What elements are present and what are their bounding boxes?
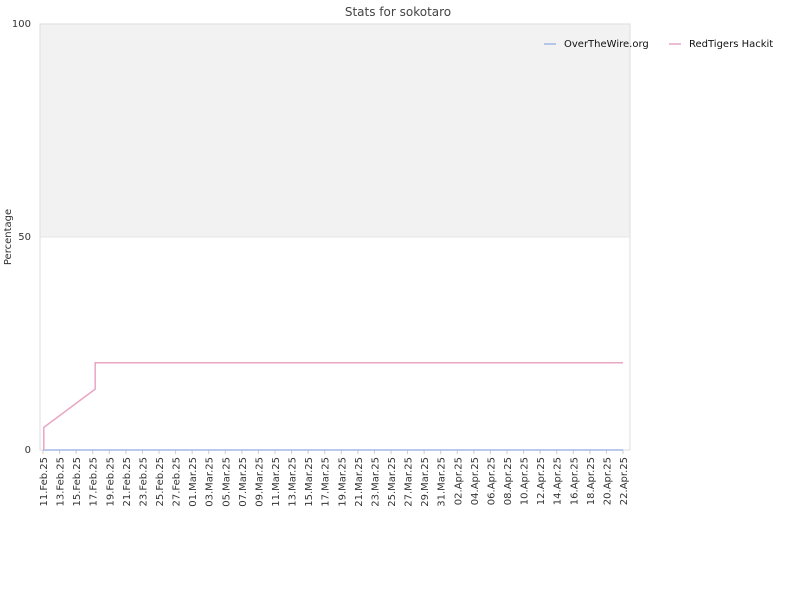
- legend-label: RedTigers Hackit: [689, 39, 773, 50]
- x-tick-label: 23.Mar.25: [370, 457, 381, 507]
- x-tick-label: 15.Feb.25: [72, 457, 83, 507]
- x-tick-label: 16.Apr.25: [569, 457, 580, 505]
- x-tick-label: 11.Feb.25: [39, 457, 50, 507]
- x-tick-label: 19.Mar.25: [337, 457, 348, 507]
- x-tick-label: 15.Mar.25: [304, 457, 315, 507]
- x-tick-label: 17.Mar.25: [321, 457, 332, 507]
- x-tick-label: 02.Apr.25: [453, 457, 464, 505]
- x-tick-label: 22.Apr.25: [619, 457, 630, 505]
- legend-label: OverTheWire.org: [564, 39, 649, 50]
- x-tick-label: 05.Mar.25: [221, 457, 232, 507]
- x-tick-label: 18.Apr.25: [586, 457, 597, 505]
- x-tick-label: 13.Mar.25: [288, 457, 299, 507]
- y-tick-label: 100: [12, 19, 31, 30]
- x-tick-label: 09.Mar.25: [254, 457, 265, 507]
- x-tick-label: 01.Mar.25: [188, 457, 199, 507]
- x-tick-label: 12.Apr.25: [536, 457, 547, 505]
- x-tick-label: 13.Feb.25: [56, 457, 67, 507]
- x-tick-label: 11.Mar.25: [271, 457, 282, 507]
- x-tick-label: 27.Feb.25: [172, 457, 183, 507]
- x-tick-label: 10.Apr.25: [520, 457, 531, 505]
- chart-svg: Stats for sokotaro Percentage 0 50 100 11.…: [3, 5, 773, 507]
- x-tick-label: 07.Mar.25: [238, 457, 249, 507]
- x-tick-label: 25.Feb.25: [155, 457, 166, 507]
- legend: OverTheWire.org RedTigers Hackit: [544, 39, 773, 50]
- x-tick-label: 29.Mar.25: [420, 457, 431, 507]
- x-tick-label: 21.Mar.25: [354, 457, 365, 507]
- x-tick-label: 27.Mar.25: [404, 457, 415, 507]
- x-tick-label: 20.Apr.25: [602, 457, 613, 505]
- x-tick-label: 06.Apr.25: [486, 457, 497, 505]
- chart-title: Stats for sokotaro: [345, 5, 451, 19]
- y-axis-title: Percentage: [3, 209, 14, 265]
- y-axis-ticks: 0 50 100: [12, 19, 31, 456]
- x-tick-label: 03.Mar.25: [205, 457, 216, 507]
- x-tick-label: 25.Mar.25: [387, 457, 398, 507]
- y-tick-label: 50: [18, 232, 31, 243]
- y-tick-label: 0: [25, 445, 31, 456]
- x-tick-label: 19.Feb.25: [105, 457, 116, 507]
- x-axis-ticks: 11.Feb.25 13.Feb.25 15.Feb.25 17.Feb.25 19.F…: [39, 450, 630, 507]
- x-tick-label: 08.Apr.25: [503, 457, 514, 505]
- x-tick-label: 21.Feb.25: [122, 457, 133, 507]
- plot-area-upper-band: [40, 24, 630, 237]
- x-tick-label: 04.Apr.25: [470, 457, 481, 505]
- x-tick-label: 17.Feb.25: [89, 457, 100, 507]
- chart: Stats for sokotaro Percentage 0 50 100 11.…: [0, 0, 800, 600]
- x-tick-label: 14.Apr.25: [553, 457, 564, 505]
- x-tick-label: 23.Feb.25: [138, 457, 149, 507]
- x-tick-label: 31.Mar.25: [437, 457, 448, 507]
- plot-area-lower: [40, 237, 630, 450]
